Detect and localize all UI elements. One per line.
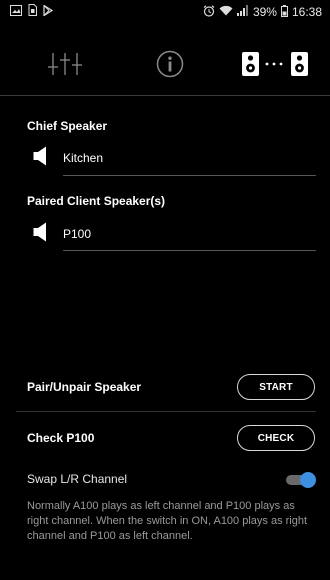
swap-channel-toggle[interactable] [284, 472, 316, 488]
swap-channel-label: Swap L/R Channel [27, 472, 128, 486]
pair-unpair-label: Pair/Unpair Speaker [27, 380, 142, 394]
equalizer-icon [46, 51, 84, 82]
tab-pairing[interactable] [234, 40, 318, 92]
status-right: 39% 16:38 [203, 4, 322, 20]
chief-speaker-row[interactable]: Kitchen [33, 146, 103, 170]
swap-channel-description: Normally A100 plays as left channel and … [27, 500, 308, 542]
speaker-icon [33, 146, 50, 171]
info-icon [156, 50, 184, 83]
clock: 16:38 [291, 5, 322, 19]
battery-percent: 39% [252, 5, 277, 19]
speaker-pair-icon [234, 49, 318, 84]
check-speaker-label: Check P100 [27, 431, 95, 445]
wifi-icon [219, 5, 233, 19]
tab-divider [0, 95, 330, 96]
paired-speaker-name: P100 [63, 227, 92, 241]
chief-speaker-underline [63, 175, 316, 176]
alarm-icon [203, 4, 215, 20]
chief-speaker-label: Chief Speaker [27, 119, 108, 133]
status-left [10, 3, 54, 21]
signal-icon [236, 5, 249, 19]
tab-info[interactable] [150, 40, 190, 92]
tab-bar [0, 40, 330, 92]
sim-icon [28, 3, 37, 21]
pair-section-divider [16, 411, 316, 412]
chief-speaker-name: Kitchen [63, 151, 104, 165]
image-icon [10, 3, 22, 21]
status-bar: 39% 16:38 [0, 0, 330, 24]
paired-speakers-label: Paired Client Speaker(s) [27, 194, 166, 208]
battery-icon [280, 4, 288, 20]
speaker-icon [33, 222, 50, 247]
check-button[interactable]: CHECK [237, 425, 315, 451]
play-store-icon [43, 3, 54, 21]
toggle-knob [300, 472, 316, 488]
start-button[interactable]: START [237, 374, 315, 400]
tab-equalizer[interactable] [42, 40, 88, 92]
paired-speaker-underline [63, 250, 316, 251]
paired-speaker-row[interactable]: P100 [33, 222, 91, 246]
